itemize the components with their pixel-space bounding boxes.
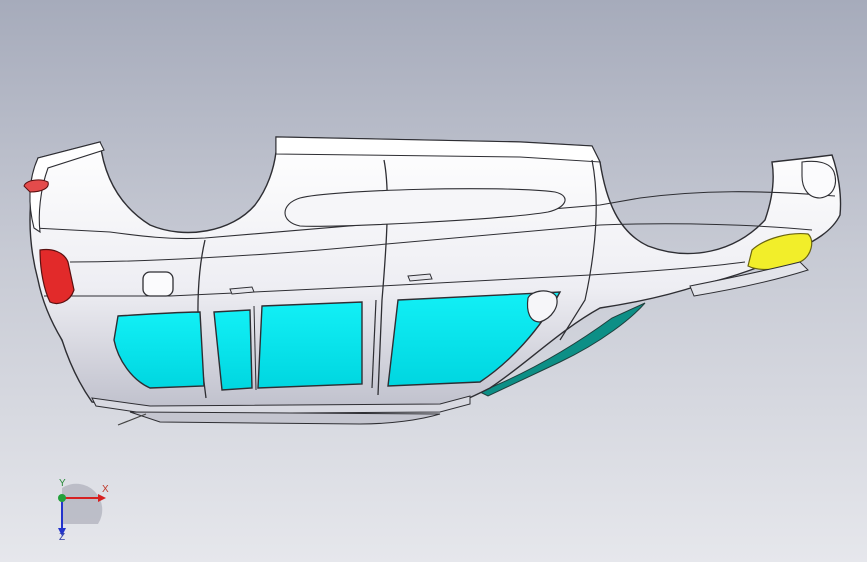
cad-viewport[interactable]: X Y Z — [0, 0, 867, 562]
x-axis-label: X — [102, 484, 109, 495]
coordinate-triad-icon: X Y Z — [40, 478, 120, 548]
car-body-model[interactable] — [0, 0, 867, 562]
y-axis-label: Y — [59, 478, 66, 489]
antenna — [117, 413, 147, 426]
fuel-filler-door[interactable] — [142, 271, 174, 297]
rear-door-window — [257, 301, 363, 389]
z-axis-label: Z — [59, 532, 66, 543]
headlamp-housing — [801, 160, 837, 199]
lower-molding — [129, 411, 441, 425]
